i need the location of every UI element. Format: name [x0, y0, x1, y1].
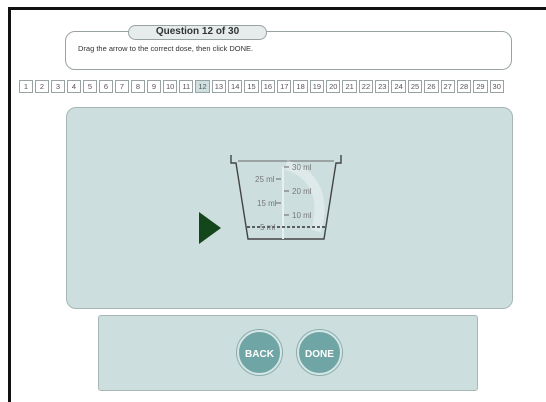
mark-10: 10 ml [292, 211, 312, 220]
question-number-button[interactable]: 26 [424, 80, 439, 93]
question-number-button[interactable]: 8 [131, 80, 145, 93]
mark-30: 30 ml [292, 163, 312, 172]
question-number-button[interactable]: 12 [195, 80, 210, 93]
medicine-cup: 30 ml 20 ml 10 ml 25 ml 15 ml 5 ml [230, 155, 342, 240]
question-number-button[interactable]: 4 [67, 80, 81, 93]
question-number-button[interactable]: 15 [244, 80, 259, 93]
question-number-button[interactable]: 20 [326, 80, 341, 93]
question-number-button[interactable]: 22 [358, 80, 374, 93]
question-number-button[interactable]: 19 [309, 80, 325, 93]
window-frame-left [8, 7, 11, 402]
done-button[interactable]: DONE [297, 330, 342, 375]
question-number-button[interactable]: 21 [342, 80, 357, 93]
question-number-button[interactable]: 10 [163, 80, 178, 93]
question-number-button[interactable]: 25 [407, 80, 423, 93]
mark-15: 15 ml [257, 199, 277, 208]
question-number-button[interactable]: 28 [456, 80, 472, 93]
question-number-button[interactable]: 30 [489, 80, 504, 93]
question-number-button[interactable]: 13 [211, 80, 227, 93]
question-navigator: 1 2 3 4 5 6 7 8 9 10 11 12 13 14 15 16 17 18 19 20 21 22 23 24 2… [19, 80, 504, 93]
question-number-button[interactable]: 23 [375, 80, 390, 93]
mark-20: 20 ml [292, 187, 312, 196]
dose-arrow-handle[interactable] [199, 212, 221, 244]
question-number-button[interactable]: 11 [179, 80, 194, 93]
button-panel [98, 315, 478, 391]
question-number-button[interactable]: 3 [51, 80, 65, 93]
question-number-button[interactable]: 14 [228, 80, 243, 93]
question-number-button[interactable]: 1 [19, 80, 33, 93]
question-label: Question 12 of 30 [128, 25, 267, 40]
back-button[interactable]: BACK [237, 330, 282, 375]
question-number-button[interactable]: 29 [473, 80, 488, 93]
question-number-button[interactable]: 16 [260, 80, 276, 93]
instruction-text: Drag the arrow to the correct dose, then… [78, 44, 254, 53]
question-number-button[interactable]: 9 [147, 80, 161, 93]
question-number-button[interactable]: 5 [83, 80, 97, 93]
question-number-button[interactable]: 2 [35, 80, 49, 93]
question-number-button[interactable]: 18 [293, 80, 308, 93]
window-frame-top [8, 7, 546, 10]
question-number-button[interactable]: 24 [391, 80, 406, 93]
question-number-button[interactable]: 17 [277, 80, 292, 93]
question-number-button[interactable]: 27 [440, 80, 455, 93]
question-number-button[interactable]: 7 [115, 80, 129, 93]
mark-25: 25 ml [255, 175, 275, 184]
question-number-button[interactable]: 6 [99, 80, 113, 93]
mark-5: 5 ml [260, 223, 275, 232]
